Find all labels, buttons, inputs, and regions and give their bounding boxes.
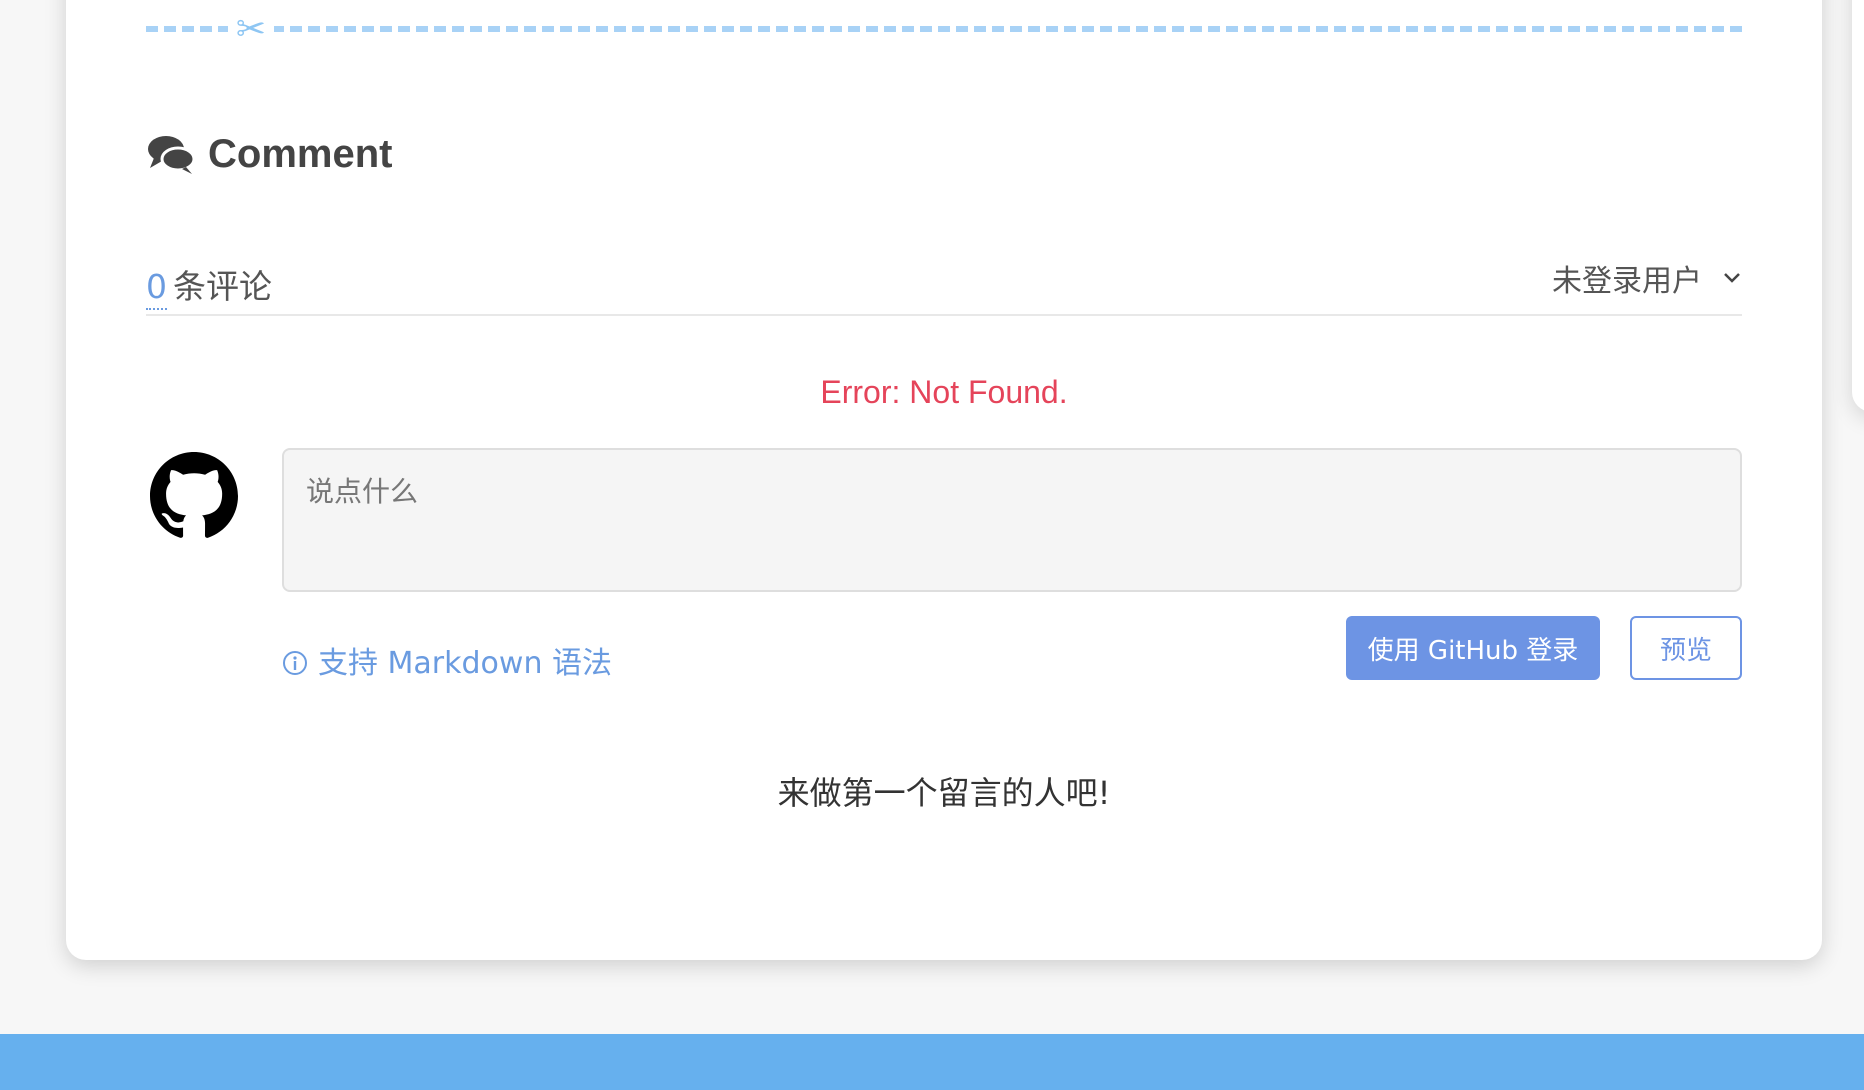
- comment-count-number[interactable]: 0: [146, 267, 167, 310]
- comments-icon: [148, 136, 196, 174]
- comment-count: 0 条评论: [146, 260, 272, 310]
- side-panel: [1852, 0, 1864, 412]
- error-message: Error: Not Found.: [820, 374, 1068, 410]
- user-dropdown[interactable]: 未登录用户: [1552, 256, 1742, 300]
- preview-button[interactable]: 预览: [1630, 616, 1742, 680]
- scissors-icon: ✂: [228, 10, 274, 52]
- comment-count-label: 条评论: [173, 267, 272, 306]
- comment-heading: Comment: [146, 128, 392, 180]
- comment-title: Comment: [208, 131, 393, 176]
- page: ✂ Comment 0条评论 未登录用户 Error: Not Found.: [0, 0, 1864, 1090]
- github-login-button[interactable]: 使用 GitHub 登录: [1346, 616, 1600, 680]
- footer-bar: [0, 1034, 1864, 1090]
- info-icon: [283, 651, 307, 675]
- chevron-down-icon: [1724, 273, 1740, 283]
- markdown-help-link[interactable]: 支持 Markdown 语法: [282, 638, 612, 682]
- user-dropdown-label: 未登录用户: [1552, 264, 1702, 299]
- github-icon: [150, 452, 238, 538]
- scissors-divider: ✂: [146, 10, 1742, 52]
- comment-input[interactable]: [282, 448, 1742, 592]
- comment-count-row: 0 条评论 未登录用户: [146, 256, 1742, 316]
- empty-comments-message: 来做第一个留言的人吧!: [777, 774, 1111, 812]
- markdown-hint-text: 支持 Markdown 语法: [318, 646, 612, 681]
- dashed-line: [146, 26, 1742, 32]
